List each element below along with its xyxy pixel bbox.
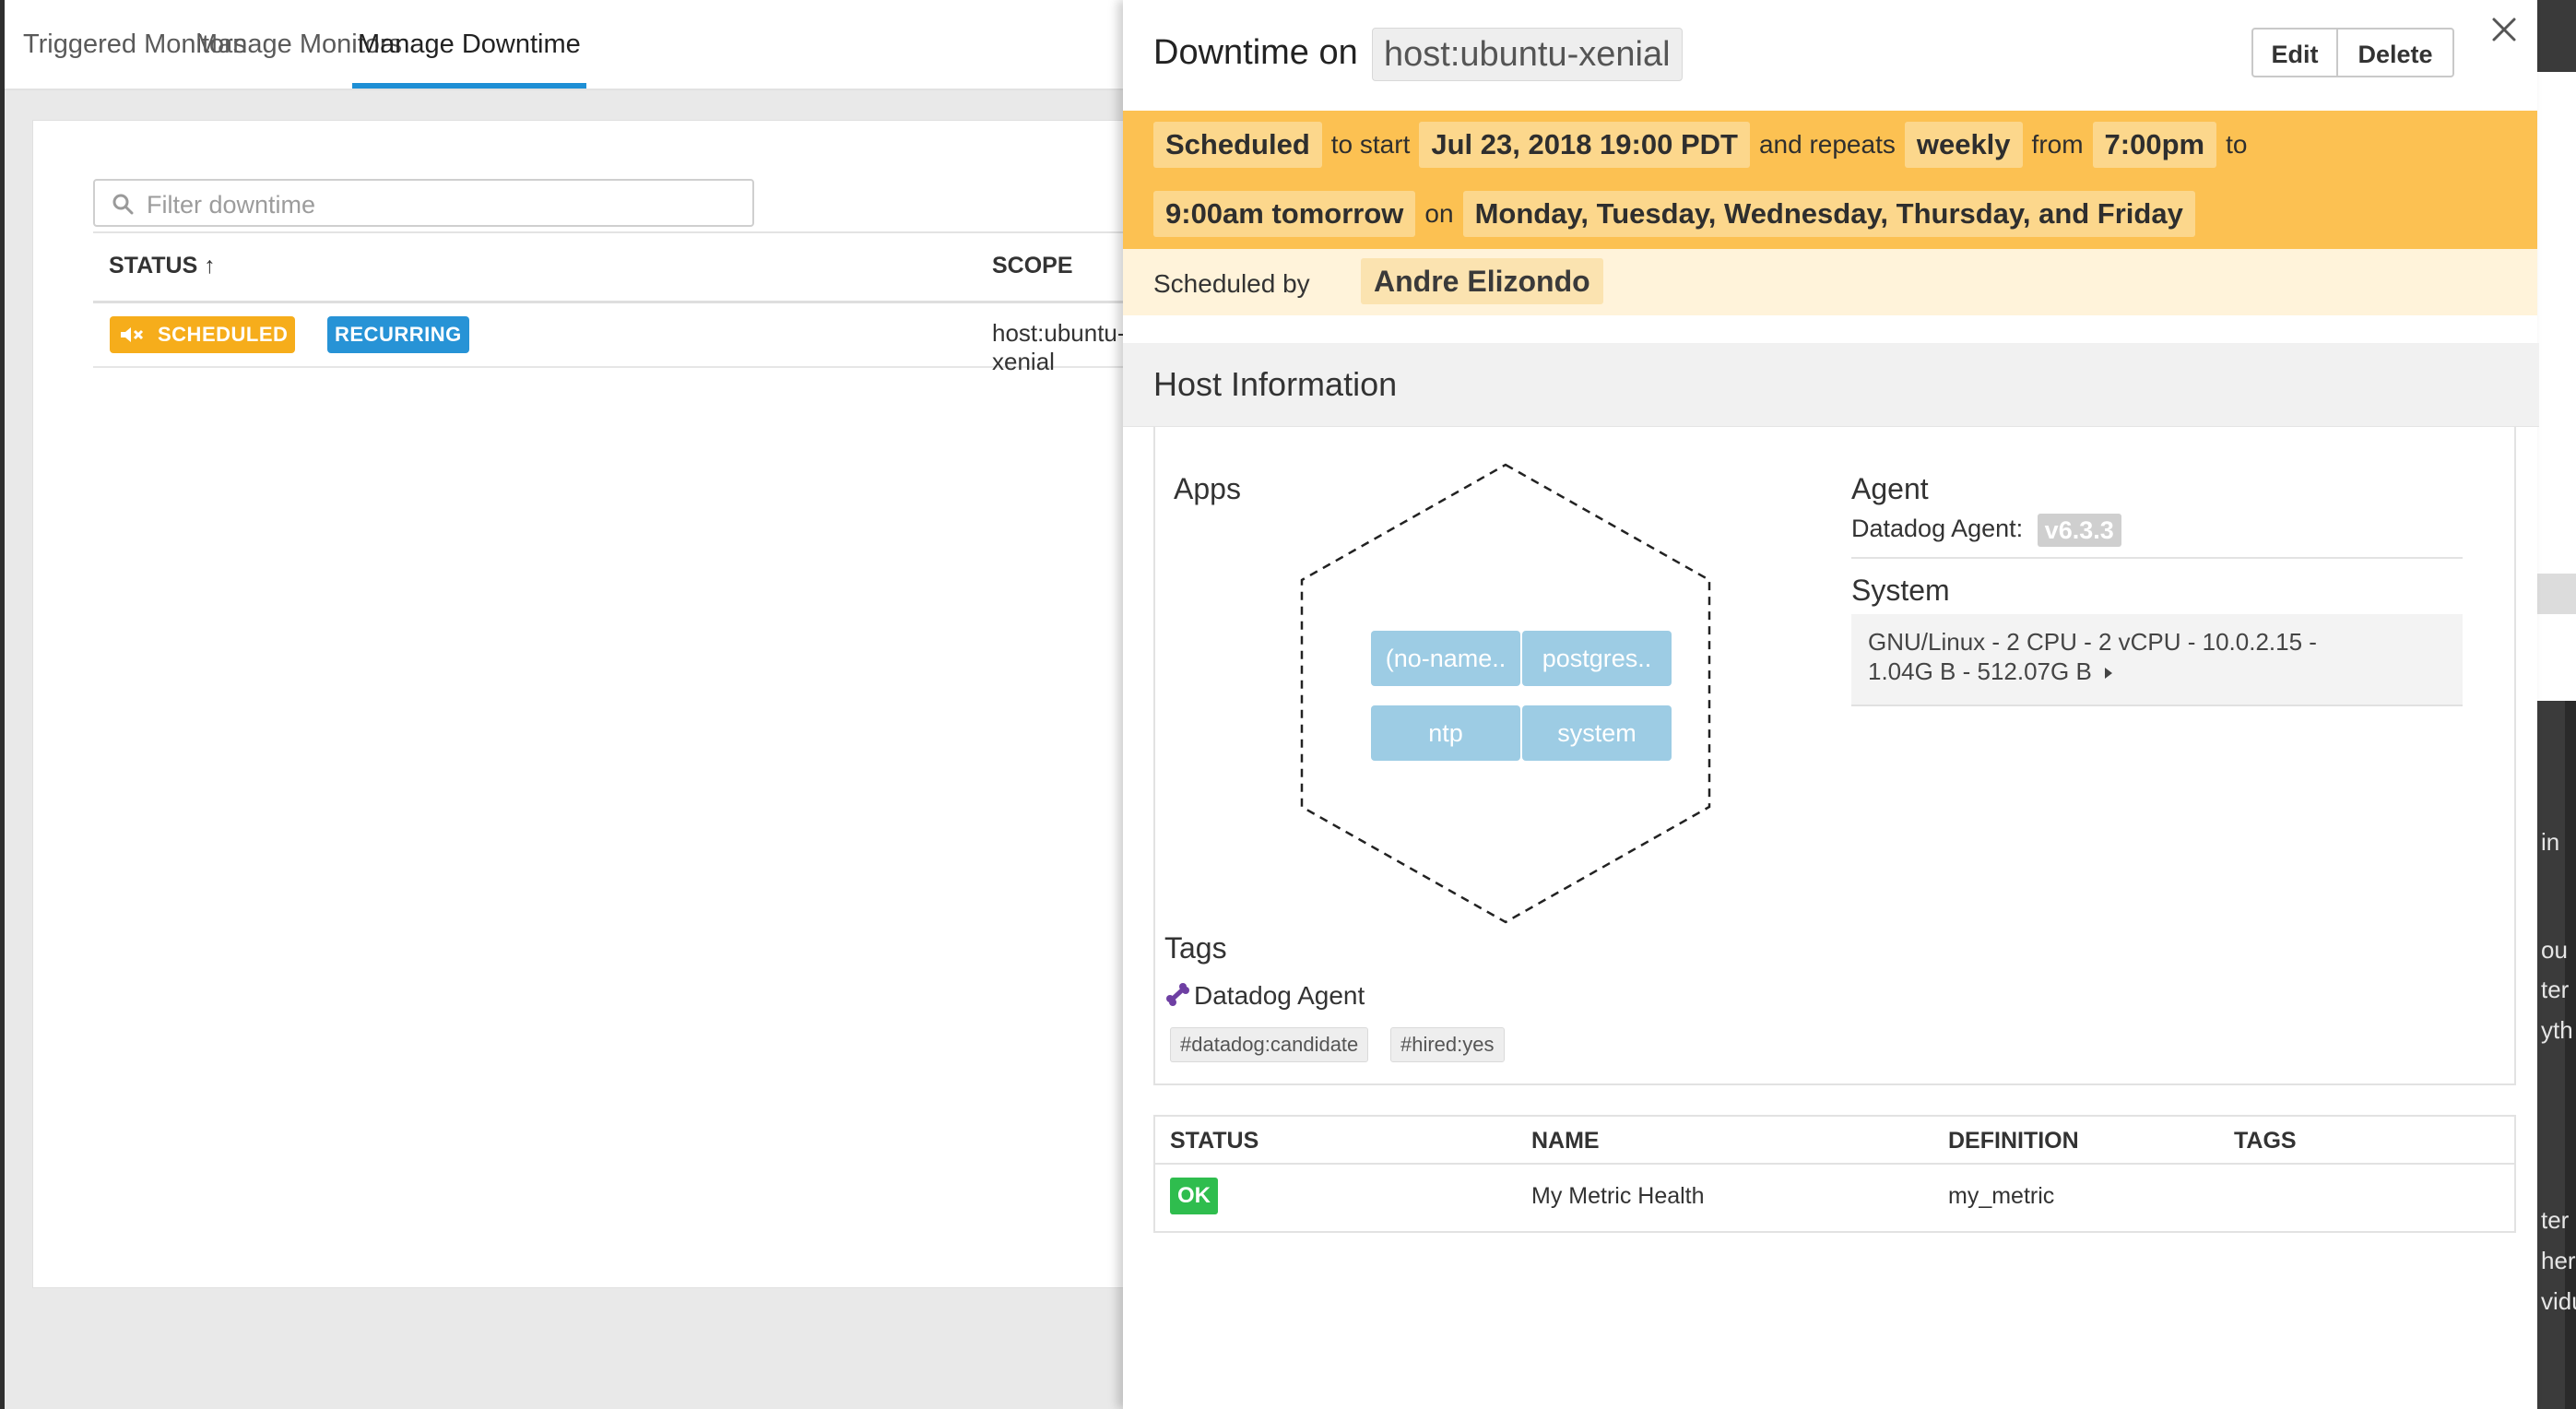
scheduled-by-label: Scheduled by bbox=[1153, 269, 1310, 298]
schedule-text: and repeats bbox=[1758, 130, 1896, 159]
schedule-status: Scheduled bbox=[1153, 122, 1322, 168]
monitor-name-link[interactable]: My Metric Health bbox=[1531, 1183, 1705, 1210]
agent-version-badge: v6.3.3 bbox=[2037, 514, 2121, 547]
recurring-badge: RECURRING bbox=[327, 316, 469, 353]
status-column-header[interactable]: STATUS bbox=[1170, 1128, 1258, 1154]
scheduled-badge: SCHEDULED bbox=[110, 316, 296, 353]
schedule-line: Scheduled to start Jul 23, 2018 19:00 PDT a… bbox=[1153, 122, 2256, 168]
panel-title: Downtime on bbox=[1153, 33, 1358, 72]
system-info-text: 1.04G B - 512.07G B bbox=[1868, 657, 2092, 685]
host-information-title: Host Information bbox=[1153, 365, 1398, 403]
schedule-text: to bbox=[2226, 130, 2248, 159]
schedule-days: Monday, Tuesday, Wednesday, Thursday, an… bbox=[1462, 191, 2195, 237]
apps-title: Apps bbox=[1174, 472, 1241, 505]
schedule-text: to start bbox=[1330, 130, 1411, 159]
schedule-text: on bbox=[1424, 199, 1454, 228]
schedule-text: from bbox=[2031, 130, 2084, 159]
background-text: her bbox=[2541, 1247, 2576, 1274]
tags-title: Tags bbox=[1164, 931, 1227, 965]
background-text: ter bbox=[2541, 976, 2570, 1003]
app-chip[interactable]: ntp bbox=[1371, 705, 1520, 761]
downtime-detail-panel: Downtime on host:ubuntu-xenial Edit Dele… bbox=[1123, 0, 2539, 1409]
close-icon[interactable] bbox=[2487, 13, 2521, 46]
app-chip[interactable]: postgres.. bbox=[1522, 631, 1672, 686]
tag-chip[interactable]: #hired:yes bbox=[1390, 1027, 1505, 1062]
schedule-frequency: weekly bbox=[1904, 122, 2023, 168]
mute-icon bbox=[121, 327, 144, 342]
scheduled-badge-label: SCHEDULED bbox=[158, 323, 289, 346]
delete-button[interactable]: Delete bbox=[2336, 28, 2454, 77]
tag-group-label: Datadog Agent bbox=[1194, 981, 1365, 1010]
background-block bbox=[2537, 574, 2576, 614]
name-column-header[interactable]: NAME bbox=[1531, 1128, 1600, 1154]
filter-downtime-field[interactable] bbox=[93, 179, 754, 227]
background-text: yth bbox=[2541, 1016, 2573, 1044]
system-title: System bbox=[1851, 574, 1950, 607]
background-page-edge: in ou ter yth ter her vidu bbox=[2537, 0, 2576, 1409]
agent-line: Datadog Agent: v6.3.3 bbox=[1851, 514, 2121, 547]
host-information-header: Host Information bbox=[1123, 343, 2539, 427]
downtime-scope: host:ubuntu-xenial bbox=[992, 319, 1126, 375]
background-text: in bbox=[2541, 828, 2560, 856]
definition-column-header[interactable]: DEFINITION bbox=[1948, 1128, 2079, 1154]
scope-column-header[interactable]: SCOPE bbox=[992, 253, 1073, 279]
system-info-line: GNU/Linux - 2 CPU - 2 vCPU - 10.0.2.15 - bbox=[1868, 628, 2317, 656]
status-column-header[interactable]: STATUS ↑ bbox=[109, 253, 216, 279]
schedule-start: Jul 23, 2018 19:00 PDT bbox=[1419, 122, 1750, 168]
background-text: ter bbox=[2541, 1206, 2570, 1234]
tags-column-header[interactable]: TAGS bbox=[2234, 1128, 2297, 1154]
apps-hexagon bbox=[1300, 463, 1711, 924]
schedule-line: 9:00am tomorrow on Monday, Tuesday, Wednes… bbox=[1153, 191, 2195, 237]
background-header bbox=[2537, 0, 2576, 72]
edit-button[interactable]: Edit bbox=[2251, 28, 2338, 77]
monitors-table-header: STATUS NAME DEFINITION TAGS bbox=[1155, 1117, 2514, 1165]
system-info-line: 1.04G B - 512.07G B bbox=[1868, 657, 2446, 686]
tag-group: Datadog Agent bbox=[1164, 981, 1365, 1011]
filter-downtime-input[interactable] bbox=[145, 188, 739, 221]
scheduled-by-bar: Scheduled by Andre Elizondo bbox=[1123, 249, 2537, 315]
window-edge bbox=[0, 0, 5, 1409]
tab-manage-downtime[interactable]: Manage Downtime bbox=[352, 0, 586, 89]
downtime-table-header: STATUS ↑ SCOPE bbox=[93, 231, 1135, 303]
downtime-list-card: STATUS ↑ SCOPE SCHEDULED RECURRING host:… bbox=[32, 120, 1136, 1288]
ok-status-badge: OK bbox=[1170, 1178, 1218, 1214]
schedule-summary: Scheduled to start Jul 23, 2018 19:00 PDT a… bbox=[1123, 111, 2537, 249]
agent-label: Datadog Agent: bbox=[1851, 515, 2024, 543]
monitors-nav: Triggered Monitors Manage Monitors Manag… bbox=[5, 0, 1134, 90]
panel-host-tag: host:ubuntu-xenial bbox=[1372, 28, 1683, 81]
background-text: vidu bbox=[2541, 1287, 2576, 1315]
monitors-table: STATUS NAME DEFINITION TAGS OK My Metric… bbox=[1153, 1115, 2516, 1233]
schedule-from-time: 7:00pm bbox=[2092, 122, 2217, 168]
search-icon bbox=[112, 194, 134, 215]
table-row[interactable]: SCHEDULED RECURRING host:ubuntu-xenial bbox=[93, 302, 1135, 375]
system-info-box[interactable]: GNU/Linux - 2 CPU - 2 vCPU - 10.0.2.15 -… bbox=[1851, 614, 2463, 706]
tag-chip[interactable]: #datadog:candidate bbox=[1170, 1027, 1369, 1062]
schedule-to-time: 9:00am tomorrow bbox=[1153, 191, 1416, 237]
background-text: ou bbox=[2541, 936, 2568, 964]
agent-title: Agent bbox=[1851, 472, 1929, 505]
caret-right-icon[interactable] bbox=[2102, 666, 2115, 681]
app-chip[interactable]: (no-name.. bbox=[1371, 631, 1520, 686]
app-chip[interactable]: system bbox=[1522, 705, 1672, 761]
bone-icon bbox=[1166, 983, 1189, 1006]
scheduled-by-user: Andre Elizondo bbox=[1361, 258, 1603, 304]
manage-downtime-page: Triggered Monitors Manage Monitors Manag… bbox=[0, 0, 1136, 1409]
host-information-card: Host Information Apps (no-name.. postgre… bbox=[1123, 343, 2539, 1085]
divider bbox=[1851, 557, 2463, 559]
monitor-definition: my_metric bbox=[1948, 1183, 2055, 1209]
